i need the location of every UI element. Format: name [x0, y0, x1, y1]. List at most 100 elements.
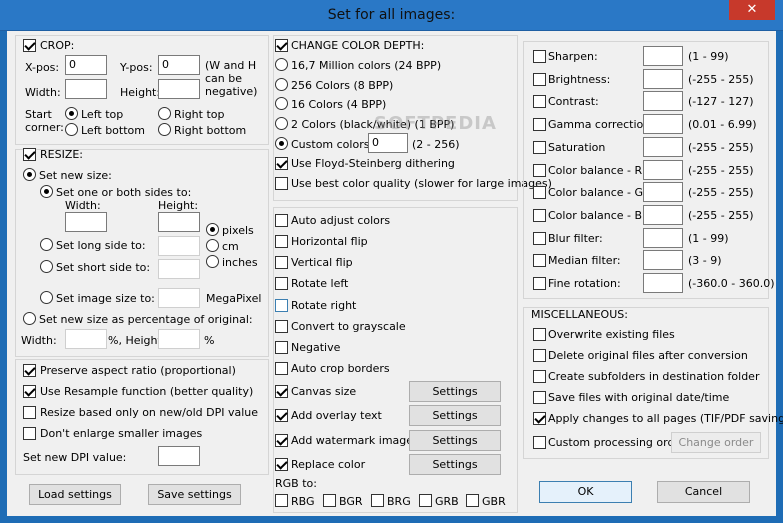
resize-dpi-label: Resize based only on new/old DPI value	[40, 406, 259, 419]
dpi-input[interactable]	[158, 446, 200, 466]
pct-width-input[interactable]	[65, 329, 107, 349]
start-corner-label: Start corner:	[25, 108, 64, 134]
preserve-aspect-checkbox[interactable]	[23, 364, 36, 377]
radio-inches[interactable]	[206, 255, 219, 268]
radio-left-bottom[interactable]	[65, 123, 78, 136]
adjust-checkbox[interactable]	[533, 140, 546, 154]
custom-colors-input[interactable]: 0	[368, 133, 408, 153]
adjust-input[interactable]	[643, 136, 683, 157]
close-button[interactable]: ✕	[729, 0, 775, 20]
auto-crop-checkbox[interactable]	[275, 362, 288, 375]
best-quality-checkbox[interactable]	[275, 177, 288, 190]
ok-button[interactable]: OK	[539, 481, 632, 503]
long-side-input[interactable]	[158, 236, 200, 256]
radio-24bpp[interactable]	[275, 58, 288, 71]
adjust-checkbox[interactable]	[533, 254, 546, 268]
adjust-checkbox[interactable]	[533, 208, 546, 222]
rgb-bgr-checkbox[interactable]	[323, 494, 336, 507]
pct-height-input[interactable]	[158, 329, 200, 349]
canvas-size-checkbox[interactable]	[275, 385, 288, 398]
crop-height-input[interactable]	[158, 79, 200, 99]
load-settings-button[interactable]: Load settings	[29, 484, 121, 505]
original-date-checkbox[interactable]	[533, 391, 546, 404]
radio-right-top[interactable]	[158, 107, 171, 120]
radio-image-size[interactable]	[40, 291, 53, 304]
save-settings-button[interactable]: Save settings	[148, 484, 241, 505]
adjust-checkbox[interactable]	[533, 50, 546, 63]
resize-height-input[interactable]	[158, 212, 200, 232]
resize-checkbox[interactable]	[23, 148, 36, 161]
vflip-checkbox[interactable]	[275, 256, 288, 269]
adjust-checkbox[interactable]	[533, 118, 546, 132]
apply-pages-checkbox[interactable]	[533, 412, 546, 425]
adjust-input[interactable]	[643, 91, 683, 112]
color-depth-checkbox[interactable]	[275, 39, 288, 52]
short-side-input[interactable]	[158, 259, 200, 279]
radio-left-top[interactable]	[65, 107, 78, 120]
radio-8bpp[interactable]	[275, 78, 288, 91]
overlay-text-checkbox[interactable]	[275, 409, 288, 422]
resize-width-input[interactable]	[65, 212, 107, 232]
radio-one-or-both[interactable]	[40, 185, 53, 198]
floyd-checkbox[interactable]	[275, 157, 288, 170]
image-size-input[interactable]	[158, 288, 200, 308]
adjust-input[interactable]	[643, 204, 683, 225]
change-order-button[interactable]: Change order	[671, 432, 761, 453]
adjust-input[interactable]	[643, 182, 683, 203]
adjust-input[interactable]	[643, 114, 683, 135]
replace-settings-button[interactable]: Settings	[409, 454, 501, 475]
radio-short-side[interactable]	[40, 260, 53, 273]
adjust-input[interactable]	[643, 273, 683, 293]
adjust-checkbox[interactable]	[533, 186, 546, 200]
cancel-button[interactable]: Cancel	[657, 481, 750, 503]
replace-color-checkbox[interactable]	[275, 458, 288, 471]
adjust-input[interactable]	[643, 227, 683, 248]
watermark-checkbox[interactable]	[275, 434, 288, 447]
crop-checkbox[interactable]	[23, 39, 36, 52]
adjust-checkbox[interactable]	[533, 163, 546, 177]
xpos-input[interactable]: 0	[65, 55, 107, 75]
custom-order-checkbox[interactable]	[533, 436, 546, 449]
watermark-settings-button[interactable]: Settings	[409, 430, 501, 451]
crop-width-label: Width:	[25, 86, 61, 99]
radio-set-new-size[interactable]	[23, 168, 36, 181]
rgb-to-label: RGB to:	[275, 477, 317, 490]
rgb-gbr-checkbox[interactable]	[466, 494, 479, 507]
radio-4bpp[interactable]	[275, 97, 288, 110]
radio-pixels[interactable]	[206, 223, 219, 236]
delete-original-checkbox[interactable]	[533, 349, 546, 362]
rgb-brg-checkbox[interactable]	[371, 494, 384, 507]
overwrite-checkbox[interactable]	[533, 328, 546, 341]
radio-percentage[interactable]	[23, 312, 36, 325]
ypos-input[interactable]: 0	[158, 55, 200, 75]
radio-right-bottom[interactable]	[158, 123, 171, 136]
negative-checkbox[interactable]	[275, 341, 288, 354]
rgb-rbg-checkbox[interactable]	[275, 494, 288, 507]
radio-1bpp[interactable]	[275, 117, 288, 130]
rotate-right-checkbox[interactable]	[275, 299, 288, 312]
auto-adjust-checkbox[interactable]	[275, 214, 288, 227]
adjust-checkbox[interactable]	[533, 95, 546, 109]
adjust-checkbox[interactable]	[533, 72, 546, 86]
opt-24bpp-label: 16,7 Million colors (24 BPP)	[291, 59, 442, 72]
dont-enlarge-checkbox[interactable]	[23, 427, 36, 440]
adjust-input[interactable]	[643, 68, 683, 89]
radio-cm[interactable]	[206, 239, 219, 252]
adjust-checkbox[interactable]	[533, 277, 546, 290]
overlay-settings-button[interactable]: Settings	[409, 405, 501, 426]
hflip-checkbox[interactable]	[275, 235, 288, 248]
rotate-left-checkbox[interactable]	[275, 277, 288, 290]
use-resample-checkbox[interactable]	[23, 385, 36, 398]
canvas-settings-button[interactable]: Settings	[409, 381, 501, 402]
adjust-checkbox[interactable]	[533, 231, 546, 245]
resize-dpi-checkbox[interactable]	[23, 406, 36, 419]
crop-width-input[interactable]	[65, 79, 107, 99]
grayscale-checkbox[interactable]	[275, 320, 288, 333]
adjust-input[interactable]	[643, 159, 683, 180]
subfolders-checkbox[interactable]	[533, 370, 546, 383]
radio-long-side[interactable]	[40, 238, 53, 251]
adjust-input[interactable]	[643, 250, 683, 271]
adjust-input[interactable]	[643, 46, 683, 66]
rgb-grb-checkbox[interactable]	[419, 494, 432, 507]
radio-custom-colors[interactable]	[275, 137, 288, 150]
